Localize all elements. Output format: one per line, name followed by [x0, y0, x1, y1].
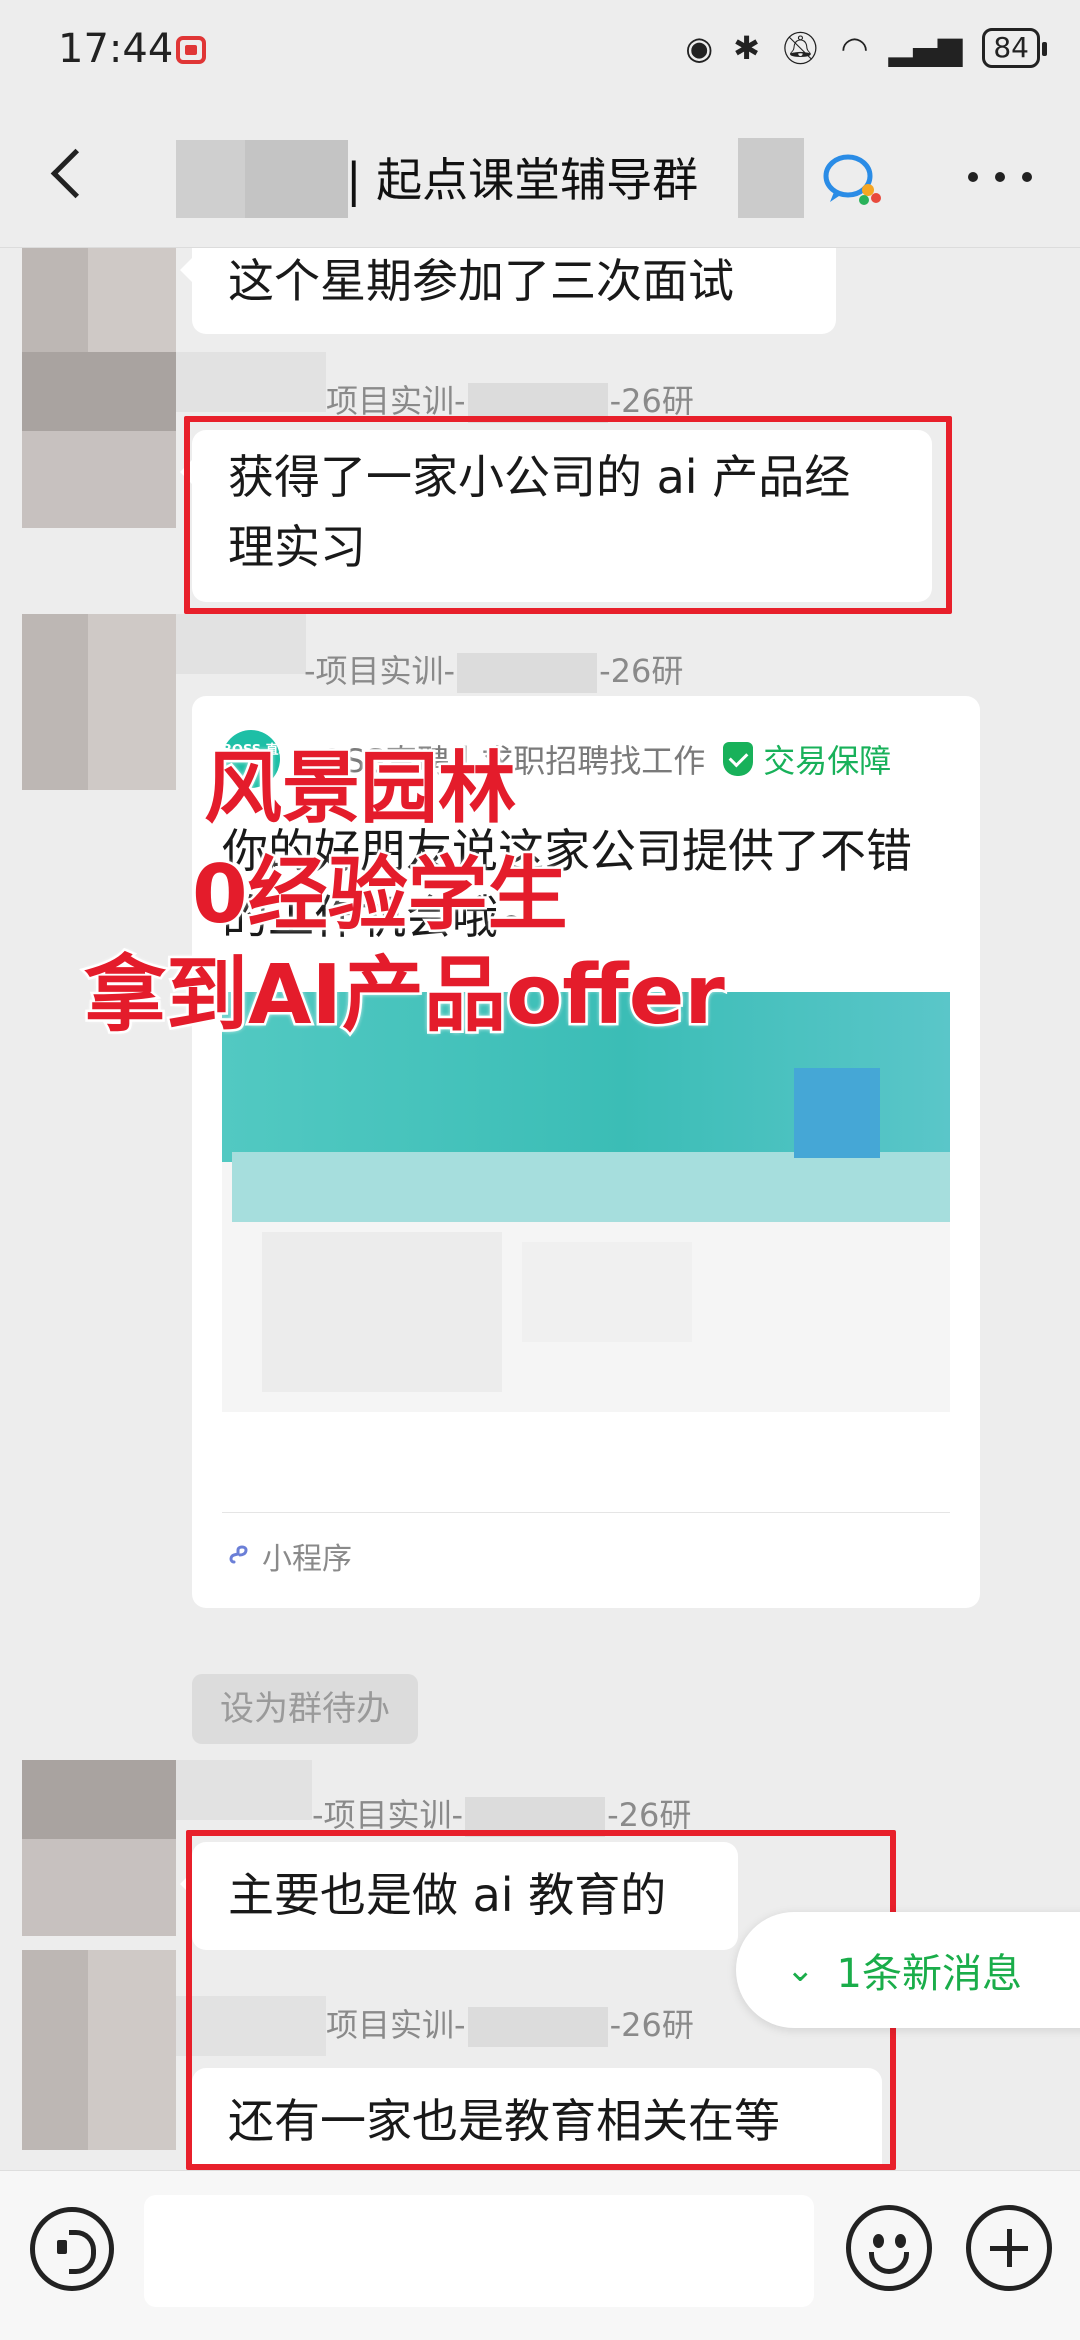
notification-app-icon: [176, 36, 206, 64]
guarantee-badge: 交易保障: [723, 736, 891, 782]
sender-name-blur: [176, 614, 306, 674]
mini-program-preview-image: [222, 992, 950, 1412]
set-group-todo-button[interactable]: 设为群待办: [192, 1674, 418, 1744]
sender-name: 项目实训- -26研: [326, 376, 694, 423]
message-text: 这个星期参加了三次面试: [228, 254, 734, 308]
bluetooth-icon: ✱: [733, 29, 760, 67]
mini-program-footer: 小程序: [226, 1534, 352, 1578]
input-bar: [0, 2170, 1080, 2340]
title-blurred-suffix: [738, 138, 804, 218]
back-button[interactable]: [40, 138, 100, 208]
mute-bell-icon: 🔕︎: [779, 29, 821, 67]
sender-name-blur: [176, 1996, 326, 2056]
chat-title: | 起点课堂辅导群: [346, 153, 699, 207]
chat-header: | 起点课堂辅导群: [0, 100, 1080, 248]
sender-name: 项目实训- -26研: [326, 2000, 694, 2047]
message-bubble[interactable]: 这个星期参加了三次面试: [180, 248, 836, 334]
overlay-headline-3: 拿到AI产品offer: [82, 946, 728, 1046]
signal-icon: ▂▄▆: [888, 29, 963, 67]
card-divider: [222, 1512, 950, 1513]
message-text: 还有一家也是教育相关在等offer: [228, 2094, 780, 2170]
sender-name-blur: [176, 352, 326, 412]
sender-name: -项目实训- -26研: [312, 1790, 691, 1837]
status-time: 17:44: [58, 26, 174, 72]
sender-name: -项目实训- -26研: [304, 646, 683, 693]
emoji-icon[interactable]: [846, 2205, 932, 2291]
status-icons: ◉ ✱ 🔕︎ ◠ ▂▄▆ 84: [685, 28, 1047, 68]
chat-area[interactable]: 这个星期参加了三次面试 项目实训- -26研 获得了一家小公司的 ai 产品经理实…: [0, 248, 1080, 2170]
overlay-headline-1: 风景园林: [201, 742, 518, 837]
message-input[interactable]: [144, 2195, 814, 2307]
message-bubble[interactable]: 获得了一家小公司的 ai 产品经理实习: [180, 430, 932, 602]
sender-name-blur: [176, 1760, 312, 1820]
battery-icon: 84: [982, 28, 1047, 68]
shield-check-icon: [723, 742, 754, 776]
new-message-indicator[interactable]: ⌄ 1条新消息: [736, 1912, 1080, 2028]
message-text: 主要也是做 ai 教育的: [228, 1868, 667, 1922]
more-options-button[interactable]: [960, 162, 1040, 192]
status-bar: 17:44 ◉ ✱ 🔕︎ ◠ ▂▄▆ 84: [0, 0, 1080, 100]
avatar[interactable]: [22, 1760, 176, 1936]
title-blurred-prefix: [176, 140, 348, 218]
avatar[interactable]: [22, 352, 176, 528]
avatar[interactable]: [22, 1950, 176, 2150]
mini-program-icon: [229, 1545, 248, 1564]
eye-icon: ◉: [685, 29, 714, 67]
message-bubble[interactable]: 主要也是做 ai 教育的: [180, 1842, 738, 1950]
message-text: 获得了一家小公司的 ai 产品经理实习: [228, 450, 851, 574]
voice-input-icon[interactable]: [30, 2207, 114, 2291]
wifi-icon: ◠: [840, 29, 869, 67]
double-chevron-down-icon: ⌄: [786, 1950, 815, 1990]
avatar[interactable]: [22, 614, 176, 790]
wecom-icon[interactable]: [820, 148, 884, 208]
message-bubble[interactable]: 还有一家也是教育相关在等offer: [192, 2068, 882, 2170]
add-attachment-icon[interactable]: [966, 2205, 1052, 2291]
